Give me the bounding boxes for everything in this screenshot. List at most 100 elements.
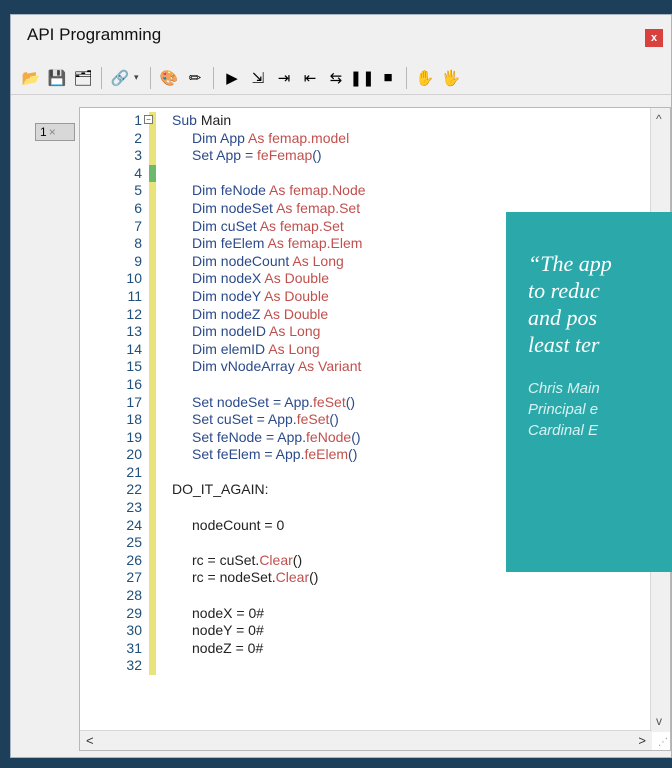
quote-line: least ter bbox=[528, 332, 600, 357]
code-line[interactable]: 32 bbox=[80, 657, 670, 675]
step-into-icon[interactable]: ⇲ bbox=[246, 66, 270, 90]
code-line[interactable]: 4 bbox=[80, 164, 670, 183]
line-number: 13 bbox=[126, 323, 142, 340]
pause-icon[interactable]: ❚❚ bbox=[349, 66, 374, 90]
line-number: 16 bbox=[126, 375, 142, 392]
quote-line: to reduc bbox=[528, 278, 600, 303]
line-number: 15 bbox=[126, 358, 142, 375]
change-marker bbox=[149, 252, 156, 271]
code-text: DO_IT_AGAIN: bbox=[172, 481, 269, 498]
line-number: 3 bbox=[134, 147, 142, 164]
close-button[interactable]: x bbox=[645, 29, 663, 47]
line-number: 11 bbox=[127, 287, 142, 304]
line-number: 28 bbox=[126, 587, 142, 604]
code-line[interactable]: 31 nodeZ = 0# bbox=[80, 639, 670, 658]
change-marker bbox=[149, 323, 156, 341]
code-text: Set feElem = App.feElem() bbox=[192, 446, 358, 463]
toolbar-separator bbox=[213, 66, 214, 89]
code-text: nodeZ = 0# bbox=[192, 639, 264, 656]
close-tab-icon[interactable]: × bbox=[49, 125, 56, 139]
code-line[interactable]: 27 rc = nodeSet.Clear() bbox=[80, 569, 670, 588]
code-text: Set feNode = App.feNode() bbox=[192, 428, 361, 445]
code-text: Dim nodeSet As femap.Set bbox=[192, 199, 361, 216]
scroll-left-icon[interactable]: < bbox=[86, 733, 94, 748]
toggle-breakpoint-icon[interactable]: ⇆ bbox=[324, 66, 348, 90]
line-number: 24 bbox=[126, 516, 142, 533]
attribution-line: Cardinal E bbox=[528, 422, 599, 439]
edit-icon[interactable]: ✏ bbox=[183, 66, 207, 90]
quote-attribution: Chris Main Principal e Cardinal E bbox=[528, 378, 672, 441]
line-number: 1 bbox=[134, 112, 142, 128]
code-text: Dim nodeX As Double bbox=[192, 270, 329, 287]
line-number: 7 bbox=[134, 217, 142, 234]
line-number: 12 bbox=[126, 305, 142, 322]
change-marker bbox=[149, 375, 156, 394]
step-out-icon[interactable]: ⇤ bbox=[298, 66, 322, 90]
line-number: 4 bbox=[134, 164, 142, 181]
scroll-up-icon[interactable]: ^ bbox=[656, 112, 662, 126]
change-marker bbox=[149, 164, 156, 183]
code-line[interactable]: 3 Set App = feFemap() bbox=[80, 147, 670, 165]
code-line[interactable]: 5 Dim feNode As femap.Node bbox=[80, 182, 670, 200]
line-number: 22 bbox=[126, 481, 142, 498]
references-icon[interactable]: 🔗 bbox=[108, 66, 132, 90]
line-number: 17 bbox=[126, 393, 142, 410]
change-marker bbox=[149, 270, 156, 288]
change-marker bbox=[149, 358, 156, 376]
code-text: Dim feNode As femap.Node bbox=[192, 182, 366, 199]
code-line[interactable]: 28 bbox=[80, 587, 670, 605]
change-marker bbox=[149, 534, 156, 552]
change-marker bbox=[149, 587, 156, 605]
step-over-icon[interactable]: ⇥ bbox=[272, 66, 296, 90]
scroll-right-icon[interactable]: > bbox=[638, 733, 646, 748]
open-icon[interactable]: 📂 bbox=[19, 66, 43, 90]
change-marker bbox=[149, 463, 156, 482]
save-all-icon[interactable]: 🗂 bbox=[71, 66, 95, 90]
horizontal-scrollbar[interactable]: < > bbox=[80, 730, 652, 750]
scroll-down-icon[interactable]: v bbox=[656, 714, 662, 728]
line-number: 25 bbox=[126, 534, 142, 551]
line-number: 9 bbox=[134, 252, 142, 269]
line-number: 18 bbox=[126, 411, 142, 428]
quote-line: and pos bbox=[528, 305, 598, 330]
code-line[interactable]: 30 nodeY = 0# bbox=[80, 622, 670, 640]
toolbar-separator bbox=[406, 66, 407, 89]
code-line[interactable]: 2 Dim App As femap.model bbox=[80, 129, 670, 148]
attribution-line: Chris Main bbox=[528, 380, 600, 397]
change-marker bbox=[149, 217, 156, 236]
code-line[interactable]: 29 nodeX = 0# bbox=[80, 604, 670, 623]
code-line[interactable]: 1− Sub Main bbox=[80, 112, 670, 130]
resize-grip-icon[interactable]: ⋰ bbox=[658, 737, 668, 748]
code-text: Dim nodeY As Double bbox=[192, 287, 329, 304]
code-text: Sub Main bbox=[172, 112, 232, 128]
code-text: Dim cuSet As femap.Set bbox=[192, 217, 344, 234]
browse-icon[interactable]: 🎨 bbox=[157, 66, 181, 90]
editor-tab[interactable]: 1 × bbox=[35, 123, 75, 141]
stop-icon[interactable]: ■ bbox=[376, 66, 400, 90]
change-marker bbox=[149, 499, 156, 517]
code-text: Dim feElem As femap.Elem bbox=[192, 235, 363, 252]
code-text: Dim elemID As Long bbox=[192, 340, 320, 357]
code-text: Set nodeSet = App.feSet() bbox=[192, 393, 356, 410]
hand-icon[interactable]: ✋ bbox=[413, 66, 437, 90]
save-icon[interactable]: 💾 bbox=[45, 66, 69, 90]
quote-text: “The app to reduc and pos least ter bbox=[528, 250, 672, 358]
change-marker bbox=[149, 639, 156, 658]
change-marker bbox=[149, 446, 156, 464]
code-text: Dim nodeID As Long bbox=[192, 323, 321, 340]
toolbar-separator bbox=[101, 66, 102, 89]
change-marker bbox=[149, 147, 156, 165]
line-number: 29 bbox=[126, 604, 142, 621]
dropdown-arrow-icon[interactable]: ▾ bbox=[134, 72, 144, 83]
run-icon[interactable]: ▶ bbox=[220, 66, 244, 90]
title-bar: API Programming x bbox=[11, 15, 671, 59]
fold-toggle-icon[interactable]: − bbox=[144, 115, 153, 124]
change-marker bbox=[149, 199, 156, 218]
hand-gear-icon[interactable]: 🖐 bbox=[439, 66, 463, 90]
line-number: 23 bbox=[126, 499, 142, 516]
line-number: 21 bbox=[126, 463, 142, 480]
code-text: Set cuSet = App.feSet() bbox=[192, 411, 339, 428]
code-text: nodeCount = 0 bbox=[192, 516, 285, 533]
code-text: Dim App As femap.model bbox=[192, 129, 350, 146]
line-number: 10 bbox=[126, 270, 142, 287]
